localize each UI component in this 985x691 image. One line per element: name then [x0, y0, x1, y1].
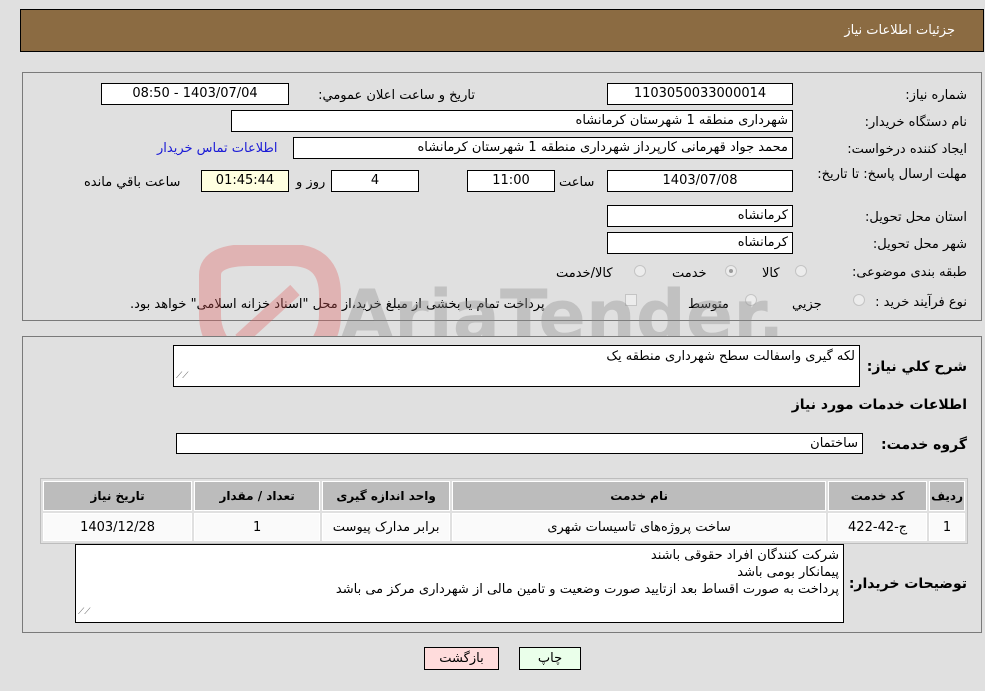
process-label: نوع فرآیند خرید : — [875, 295, 967, 310]
cell-service-code: ج-42-422 — [828, 513, 928, 541]
deadline-time-field: 11:00 — [467, 170, 555, 192]
buyer-org-label: نام دستگاه خریدار: — [864, 115, 967, 130]
description-label: شرح کلي نیاز: — [866, 359, 967, 375]
resize-grip-icon[interactable]: ⟋⟋ — [78, 604, 91, 621]
days-label: روز و — [296, 175, 326, 190]
buyer-note-line: شرکت کنندگان افراد حقوقی باشند — [650, 548, 839, 563]
page-title: جزئیات اطلاعات نیاز — [844, 23, 955, 38]
col-header-quantity: تعداد / مقدار — [194, 481, 321, 511]
creator-label: ایجاد کننده درخواست: — [847, 142, 967, 157]
process-medium-label: متوسط — [688, 297, 729, 312]
category-goods-label: کالا — [762, 266, 780, 281]
city-label: شهر محل تحویل: — [872, 237, 967, 252]
back-button[interactable]: بازگشت — [424, 647, 499, 670]
services-table: ردیف کد خدمت نام خدمت واحد اندازه گیری ت… — [40, 478, 968, 544]
category-label: طبقه بندی موضوعی: — [851, 265, 967, 280]
treasury-payment-note: پرداخت تمام یا بخشی از مبلغ خرید،از محل … — [130, 297, 545, 312]
deadline-date-field: 1403/07/08 — [607, 170, 793, 192]
service-group-field: ساختمان — [176, 433, 863, 454]
province-field: کرمانشاه — [607, 205, 793, 227]
process-radio-minor[interactable] — [853, 294, 865, 306]
remaining-time-field: 01:45:44 — [201, 170, 289, 192]
table-header-row: ردیف کد خدمت نام خدمت واحد اندازه گیری ت… — [43, 481, 965, 511]
cell-quantity: 1 — [194, 513, 321, 541]
buyer-notes-label: توضیحات خریدار: — [848, 576, 967, 592]
buyer-notes-textarea[interactable]: شرکت کنندگان افراد حقوقی باشند پیمانکار … — [75, 544, 844, 623]
announce-datetime-field: 1403/07/04 - 08:50 — [101, 83, 289, 105]
buyer-org-field: شهرداری منطقه 1 شهرستان کرمانشاه — [231, 110, 793, 132]
deadline-label: مهلت ارسال پاسخ: تا تاریخ: — [817, 167, 967, 182]
print-button[interactable]: چاپ — [519, 647, 581, 670]
category-radio-goods-service[interactable] — [634, 265, 646, 277]
description-textarea[interactable]: لکه گیری واسفالت سطح شهرداری منطقه یک ⟋⟋ — [173, 345, 860, 387]
services-heading: اطلاعات خدمات مورد نیاز — [791, 397, 967, 413]
page-header: جزئیات اطلاعات نیاز — [20, 9, 984, 52]
announce-label: تاریخ و ساعت اعلان عمومي: — [318, 88, 475, 103]
province-label: استان محل تحویل: — [865, 210, 967, 225]
category-radio-service[interactable] — [725, 265, 737, 277]
deadline-time-label: ساعت — [559, 175, 595, 190]
col-header-row-number: ردیف — [929, 481, 965, 511]
days-remaining-field: 4 — [331, 170, 419, 192]
buyer-note-line: پیمانکار بومی باشد — [737, 565, 839, 580]
process-radio-medium[interactable] — [745, 294, 757, 306]
buyer-contact-link[interactable]: اطلاعات تماس خریدار — [157, 141, 277, 156]
resize-grip-icon[interactable]: ⟋⟋ — [176, 368, 189, 385]
process-minor-label: جزيي — [792, 297, 822, 312]
col-header-service-name: نام خدمت — [452, 481, 827, 511]
creator-field: محمد جواد قهرمانی کارپرداز شهرداری منطقه… — [293, 137, 793, 159]
cell-row-number: 1 — [929, 513, 965, 541]
category-radio-goods[interactable] — [795, 265, 807, 277]
cell-unit: برابر مدارک پیوست — [322, 513, 451, 541]
col-header-need-date: تاریخ نیاز — [43, 481, 193, 511]
need-number-label: شماره نیاز: — [905, 88, 967, 103]
description-text: لکه گیری واسفالت سطح شهرداری منطقه یک — [606, 349, 855, 364]
city-field: کرمانشاه — [607, 232, 793, 254]
col-header-unit: واحد اندازه گیری — [322, 481, 451, 511]
need-number-field: 1103050033000014 — [607, 83, 793, 105]
treasury-payment-checkbox[interactable] — [625, 294, 637, 306]
category-goods-service-label: کالا/خدمت — [556, 266, 613, 281]
buyer-note-line: پرداخت به صورت اقساط بعد ازتایید صورت وض… — [335, 582, 839, 597]
service-group-label: گروه خدمت: — [881, 437, 967, 453]
table-row: 1 ج-42-422 ساخت پروژه‌های تاسیسات شهری ب… — [43, 513, 965, 541]
col-header-service-code: کد خدمت — [828, 481, 928, 511]
cell-need-date: 1403/12/28 — [43, 513, 193, 541]
remaining-time-label: ساعت باقي مانده — [84, 175, 181, 190]
category-service-label: خدمت — [672, 266, 707, 281]
cell-service-name: ساخت پروژه‌های تاسیسات شهری — [452, 513, 827, 541]
